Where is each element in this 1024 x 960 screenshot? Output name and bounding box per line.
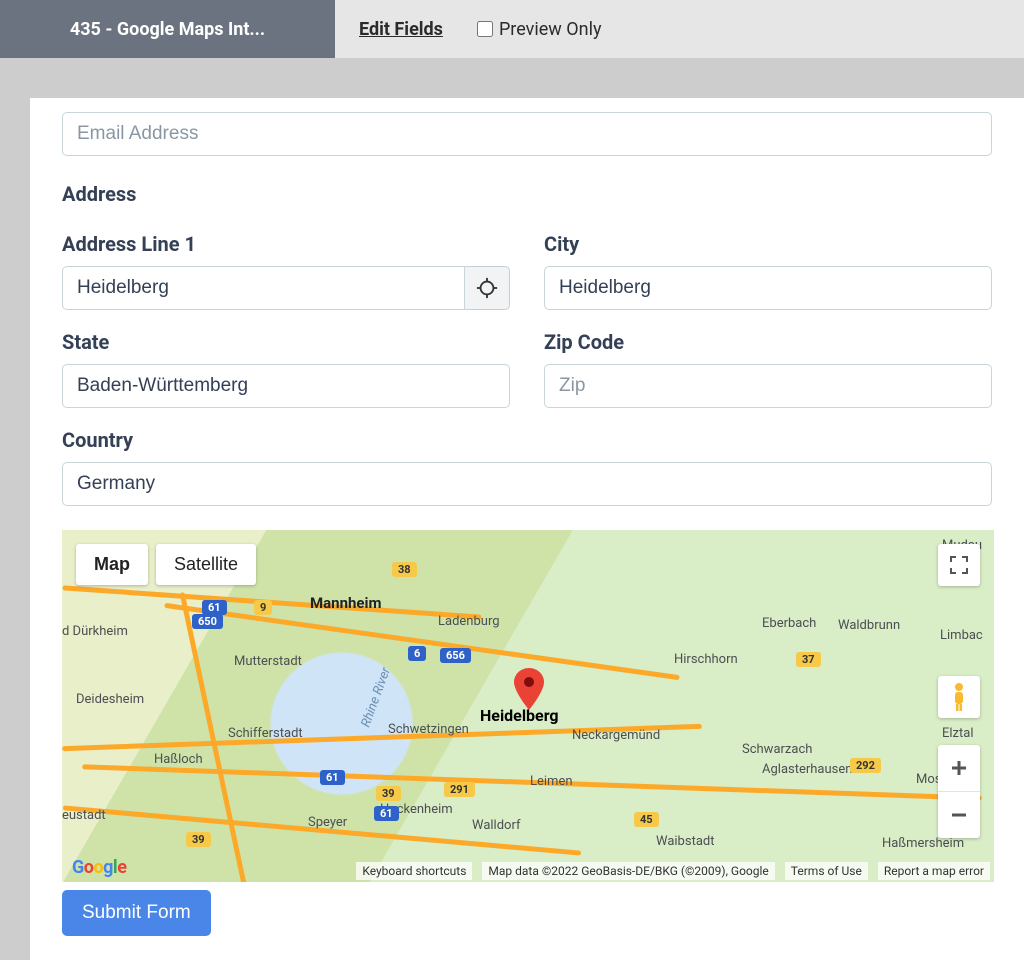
route-shield: 38: [392, 562, 417, 577]
map-type-satellite-button[interactable]: Satellite: [156, 544, 256, 585]
submit-button[interactable]: Submit Form: [62, 890, 211, 936]
map-footer: Keyboard shortcuts Map data ©2022 GeoBas…: [356, 862, 990, 880]
map-pegman[interactable]: [938, 676, 980, 718]
map-city-label: Walldorf: [472, 818, 520, 833]
map-city-label: Mannheim: [310, 594, 381, 612]
zip-label: Zip Code: [544, 330, 992, 354]
map-attribution: Map data ©2022 GeoBasis-DE/BKG (©2009), …: [482, 862, 774, 880]
route-shield: 9: [254, 600, 272, 615]
address-section-label: Address: [62, 182, 992, 206]
map-city-label: Neckargemünd: [572, 728, 660, 743]
map-city-label: Mutterstadt: [234, 654, 302, 669]
map-city-label: Hirschhorn: [674, 652, 738, 667]
map-fullscreen-button[interactable]: [938, 544, 980, 586]
google-logo: Google: [72, 857, 126, 878]
route-shield: 37: [796, 652, 821, 667]
address1-field[interactable]: [62, 266, 465, 310]
country-field[interactable]: [62, 462, 992, 506]
geolocate-button[interactable]: [465, 266, 510, 310]
map-city-label: Aglasterhausen: [762, 762, 852, 777]
route-shield: 39: [376, 786, 401, 801]
map-city-label: Haßloch: [154, 752, 203, 767]
map-type-map-button[interactable]: Map: [76, 544, 148, 585]
map-city-label: Schwarzach: [742, 742, 812, 757]
marker-icon: [514, 668, 544, 710]
map-zoom-controls: [938, 745, 980, 838]
map-type-bar: Map Satellite: [76, 544, 256, 585]
map-city-label: Eberbach: [762, 616, 816, 631]
route-shield: 45: [634, 812, 659, 827]
edit-fields-label: Edit Fields: [359, 19, 443, 40]
map-city-label: Ladenburg: [438, 614, 500, 629]
route-shield: 61: [320, 770, 345, 785]
map-city-label: Schwetzingen: [388, 722, 469, 737]
map-keyboard-shortcuts-link[interactable]: Keyboard shortcuts: [356, 862, 472, 880]
map-city-label: Speyer: [308, 815, 347, 830]
route-shield: 650: [192, 614, 223, 629]
country-label: Country: [62, 428, 992, 452]
route-shield: 61: [374, 806, 399, 821]
email-field[interactable]: [62, 112, 992, 156]
form-card: Address Address Line 1 City: [30, 98, 1024, 960]
minus-icon: [950, 806, 968, 824]
city-label: City: [544, 232, 992, 256]
crosshair-icon: [476, 277, 498, 299]
map-city-label: Limbac: [940, 628, 983, 643]
route-shield: 6: [408, 646, 426, 661]
map-city-label: Waldbrunn: [838, 618, 900, 633]
form-tab-label: 435 - Google Maps Int...: [70, 19, 265, 40]
top-bar: 435 - Google Maps Int... Edit Fields Pre…: [0, 0, 1024, 58]
map-city-label: Waibstadt: [656, 834, 714, 849]
preview-only-toggle[interactable]: Preview Only: [467, 19, 602, 40]
address1-label: Address Line 1: [62, 232, 510, 256]
edit-fields-tab[interactable]: Edit Fields: [335, 0, 467, 58]
plus-icon: [950, 759, 968, 777]
route-shield: 39: [186, 832, 211, 847]
form-tab[interactable]: 435 - Google Maps Int...: [0, 0, 335, 58]
pegman-icon: [949, 682, 969, 712]
map-city-label: Elztal: [942, 726, 973, 741]
preview-only-label: Preview Only: [499, 19, 602, 40]
city-field[interactable]: [544, 266, 992, 310]
zip-field[interactable]: [544, 364, 992, 408]
fullscreen-icon: [950, 556, 968, 574]
map-city-label: Leimen: [530, 774, 573, 789]
map-marker[interactable]: [514, 668, 544, 714]
map-city-label: Haßmersheim: [882, 836, 964, 851]
map-city-label: Deidesheim: [76, 692, 144, 707]
map-zoom-out-button[interactable]: [938, 792, 980, 838]
route-shield: 291: [444, 782, 475, 797]
map-zoom-in-button[interactable]: [938, 745, 980, 791]
map-terms-link[interactable]: Terms of Use: [785, 862, 868, 880]
map-city-label: eu­stadt: [62, 808, 106, 823]
preview-only-checkbox[interactable]: [477, 21, 493, 37]
route-shield: 656: [440, 648, 471, 663]
map[interactable]: Mannheim Heidelberg Speyer Hockenheim Sc…: [62, 530, 994, 882]
map-city-label: Schifferstadt: [228, 726, 303, 741]
state-field[interactable]: [62, 364, 510, 408]
map-report-link[interactable]: Report a map error: [878, 862, 990, 880]
map-city-label: d Dürkheim: [62, 624, 128, 639]
state-label: State: [62, 330, 510, 354]
route-shield: 292: [850, 758, 881, 773]
route-shield: 61: [202, 600, 227, 615]
